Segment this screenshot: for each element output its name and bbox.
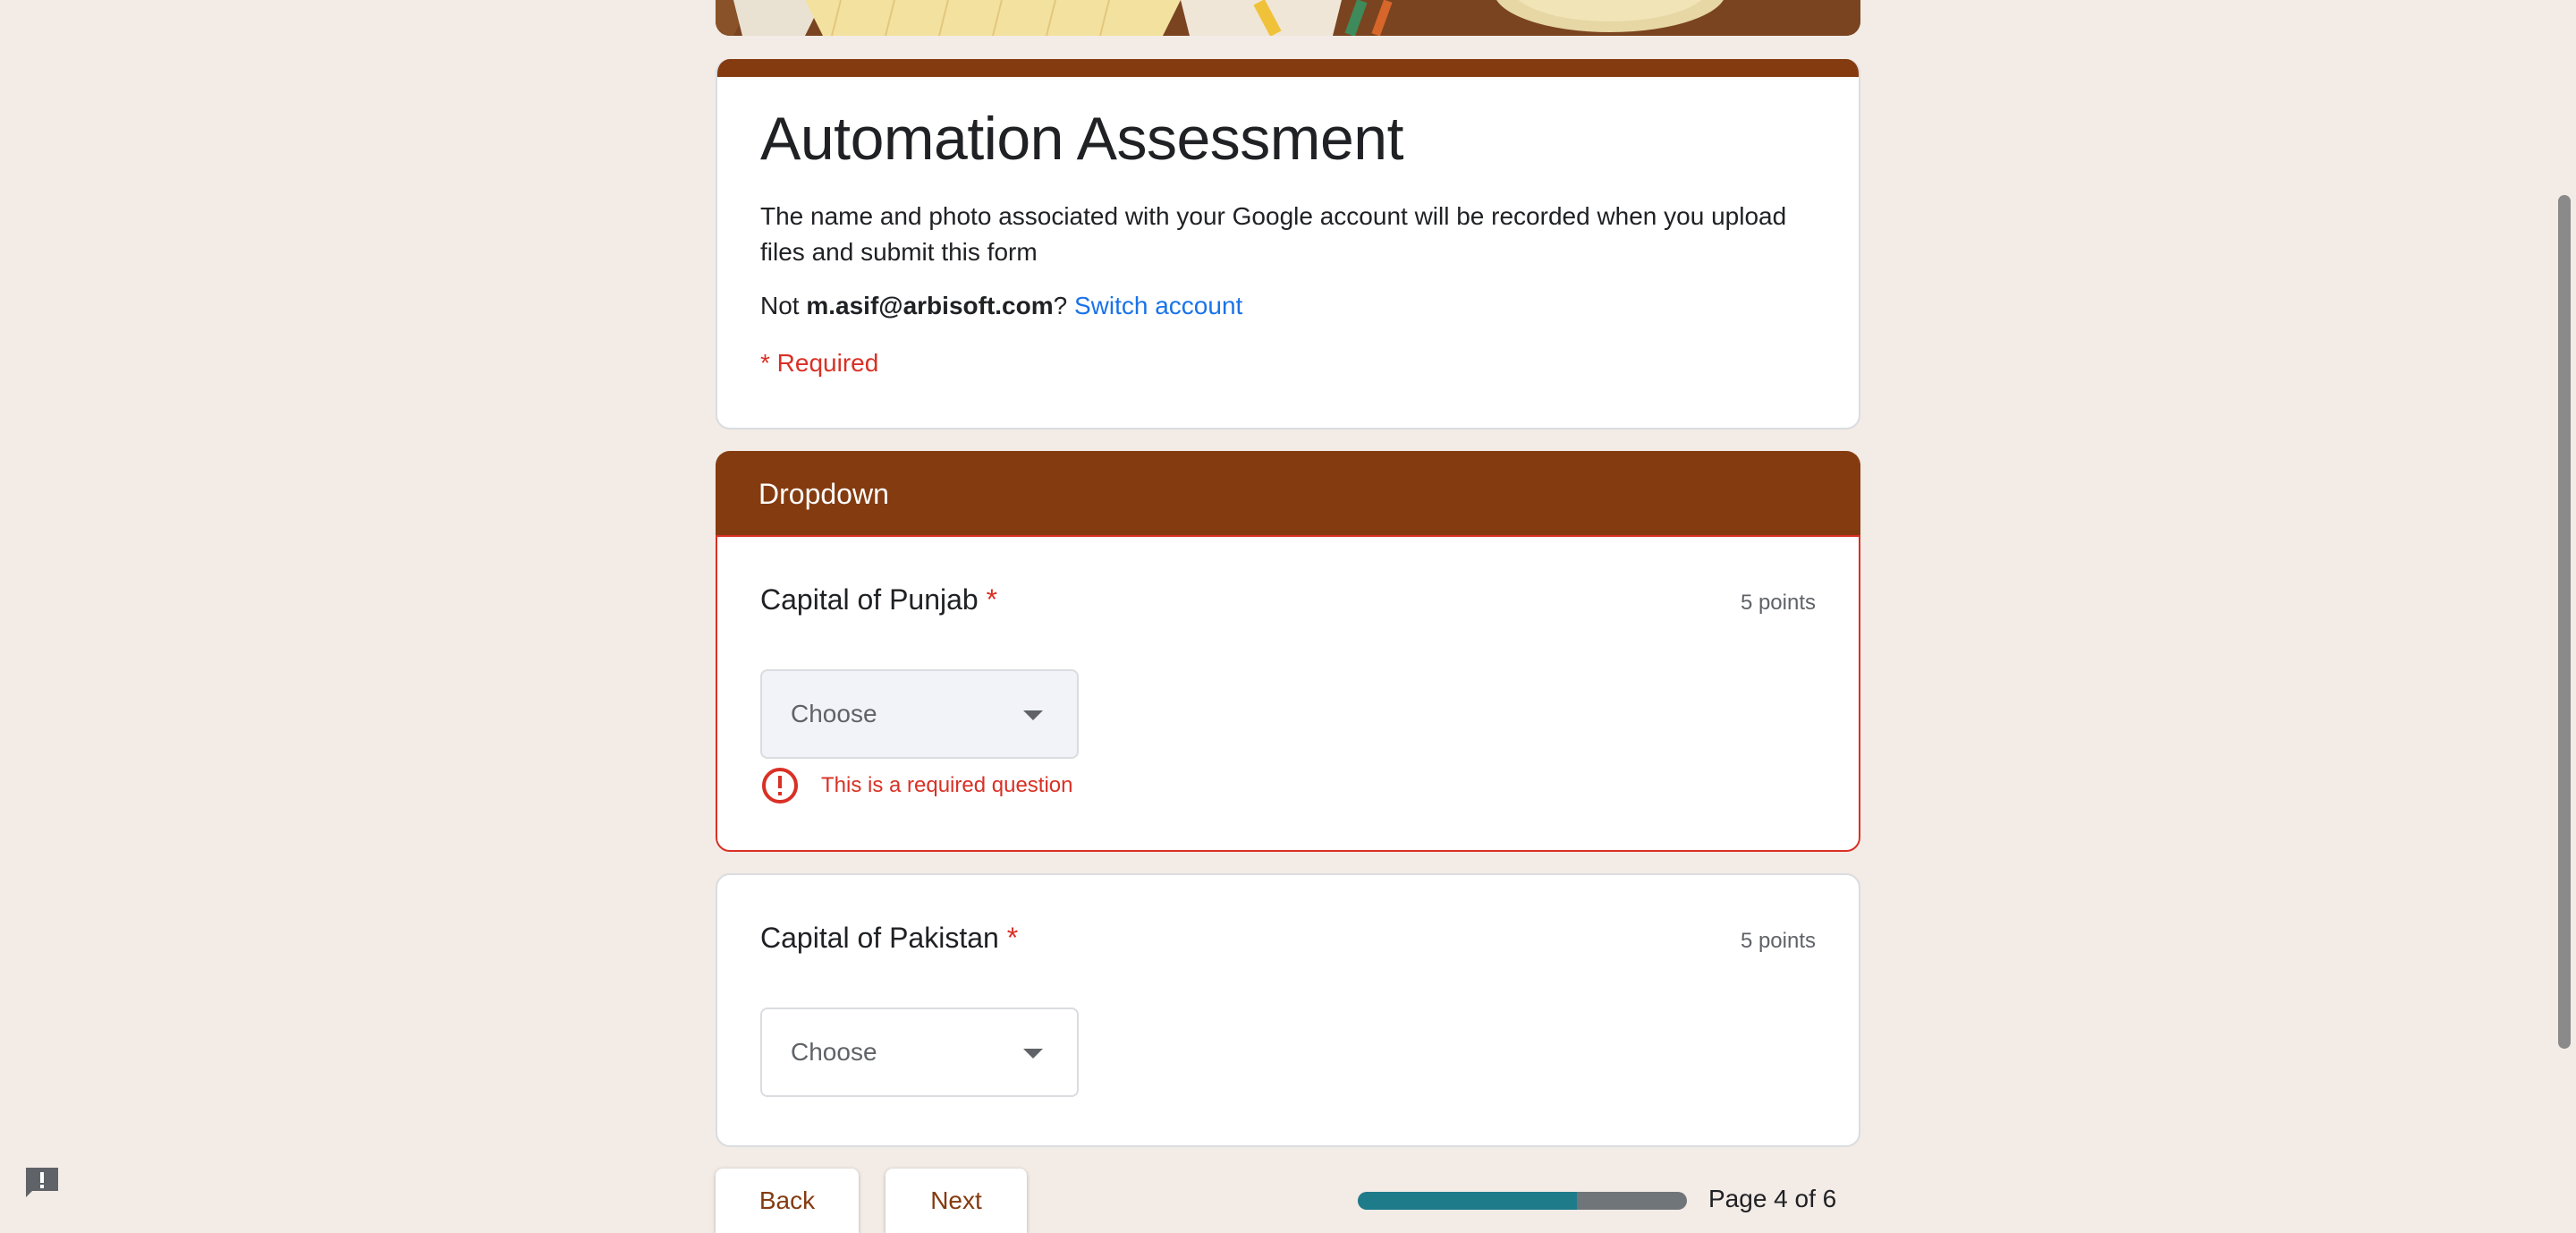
error-text: This is a required question	[821, 773, 1073, 797]
theme-accent-bar	[717, 59, 1859, 77]
next-button[interactable]: Next	[886, 1169, 1027, 1233]
question-points: 5 points	[1740, 591, 1816, 615]
question-title: Capital of Pakistan *	[760, 922, 1018, 955]
dropdown-arrow-icon	[1023, 710, 1043, 720]
section-header: Dropdown	[716, 451, 1860, 537]
question-card-capital-of-punjab: Capital of Punjab * 5 points Choose This…	[716, 535, 1860, 852]
form-description: The name and photo associated with your …	[760, 202, 1787, 266]
required-note: * Required	[760, 349, 879, 377]
account-line: Not m.asif@arbisoft.com? Switch account	[760, 292, 1242, 320]
section-title: Dropdown	[758, 477, 889, 510]
form-page: Automation Assessment The name and photo…	[0, 0, 2576, 1233]
form-title: Automation Assessment	[760, 105, 1403, 173]
form-header-card: Automation Assessment The name and photo…	[716, 59, 1860, 429]
account-suffix: ?	[1053, 292, 1074, 319]
question-title-text: Capital of Punjab	[760, 583, 979, 616]
back-button[interactable]: Back	[716, 1169, 859, 1233]
dropdown-placeholder: Choose	[791, 700, 877, 727]
progress-bar-fill	[1358, 1192, 1578, 1210]
page-indicator: Page 4 of 6	[1708, 1185, 1837, 1212]
scrollbar-thumb[interactable]	[2558, 195, 2571, 1049]
dropdown-arrow-icon	[1023, 1049, 1043, 1059]
required-error-message: This is a required question	[760, 766, 1072, 805]
progress-bar	[1358, 1192, 1687, 1210]
error-circle-icon	[762, 768, 798, 804]
header-banner-image	[716, 0, 1860, 36]
choose-dropdown[interactable]: Choose	[760, 669, 1079, 759]
account-prefix: Not	[760, 292, 807, 319]
choose-dropdown[interactable]: Choose	[760, 1008, 1079, 1097]
account-email: m.asif@arbisoft.com	[806, 292, 1054, 319]
question-title: Capital of Punjab *	[760, 583, 997, 616]
required-asterisk: *	[986, 583, 998, 616]
switch-account-link[interactable]: Switch account	[1074, 292, 1242, 319]
question-title-text: Capital of Pakistan	[760, 922, 999, 954]
dropdown-placeholder: Choose	[791, 1038, 877, 1066]
question-card-capital-of-pakistan: Capital of Pakistan * 5 points Choose	[716, 873, 1860, 1147]
required-asterisk: *	[1006, 922, 1019, 954]
question-points: 5 points	[1740, 929, 1816, 953]
feedback-icon[interactable]	[23, 1165, 61, 1199]
